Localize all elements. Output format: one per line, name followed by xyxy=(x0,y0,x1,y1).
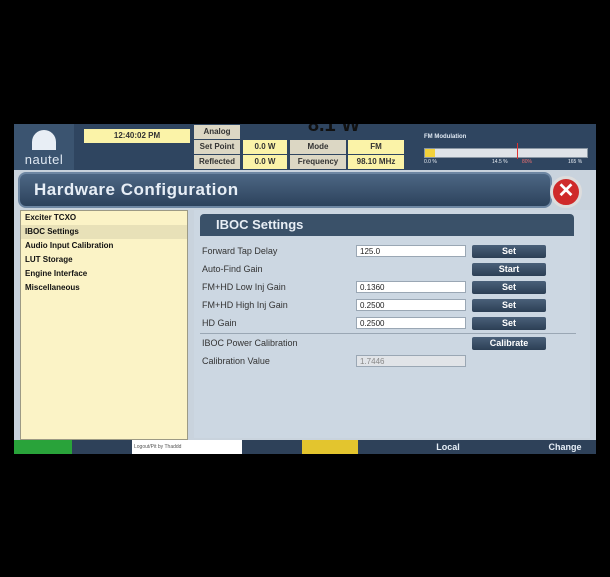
close-icon: ✕ xyxy=(557,180,575,202)
iboc-power-calibration-label: IBOC Power Calibration xyxy=(202,338,298,348)
fm-modulation-title: FM Modulation xyxy=(424,134,467,140)
mod-tick-mid: 14.5 % xyxy=(492,159,508,165)
close-button[interactable]: ✕ xyxy=(550,176,582,208)
calibration-value-field: 1.7446 xyxy=(356,355,466,367)
bottom-status-bar: Logout/Pit by Thaddd Local Change xyxy=(14,440,596,454)
status-indicator-yellow xyxy=(302,440,358,454)
mode-value: FM xyxy=(348,140,404,154)
reflected-value: 0.0 W xyxy=(243,155,287,169)
modulation-bar xyxy=(424,148,588,158)
forward-tap-delay-field[interactable]: 125.0 xyxy=(356,245,466,257)
status-ticker: Logout/Pit by Thaddd xyxy=(132,440,242,454)
set-point-label: Set Point xyxy=(194,140,240,154)
hd-gain-label: HD Gain xyxy=(202,318,237,328)
modulation-limit-marker xyxy=(517,143,518,159)
auto-find-gain-label: Auto-Find Gain xyxy=(202,264,263,274)
sidebar-item-lut-storage[interactable]: LUT Storage xyxy=(21,253,187,267)
set-point-value: 0.0 W xyxy=(243,140,287,154)
fm-hd-low-inj-gain-set-button[interactable]: Set xyxy=(472,281,546,294)
iboc-settings-panel: IBOC Settings Forward Tap Delay 125.0 Se… xyxy=(194,210,590,438)
fm-modulation-meter: FM Modulation 0.0 % 14.5 % 80% 165 % xyxy=(422,128,596,170)
title-bar: Hardware Configuration xyxy=(18,172,552,208)
hd-gain-set-button[interactable]: Set xyxy=(472,317,546,330)
calibrate-button[interactable]: Calibrate xyxy=(472,337,546,350)
logo-mark-icon xyxy=(32,130,56,150)
frequency-value: 98.10 MHz xyxy=(348,155,404,169)
forward-tap-delay-label: Forward Tap Delay xyxy=(202,246,278,256)
fm-hd-high-inj-gain-set-button[interactable]: Set xyxy=(472,299,546,312)
logo-text: nautel xyxy=(24,152,64,167)
mod-tick-right: 165 % xyxy=(568,159,583,165)
analog-label: Analog xyxy=(194,125,240,139)
fm-hd-high-inj-gain-label: FM+HD High Inj Gain xyxy=(202,300,288,310)
calibration-value-label: Calibration Value xyxy=(202,356,270,366)
modulation-fill xyxy=(425,149,435,157)
hd-gain-field[interactable]: 0.2500 xyxy=(356,317,466,329)
status-header: nautel 12:40:02 PM Analog Set Point Refl… xyxy=(14,124,596,170)
clock: 12:40:02 PM xyxy=(84,129,190,143)
reflected-label: Reflected xyxy=(194,155,240,169)
mod-tick-red: 80% xyxy=(522,159,533,165)
sidebar-item-exciter-tcxo[interactable]: Exciter TCXO xyxy=(21,211,187,225)
page-title: Hardware Configuration xyxy=(34,180,239,199)
fm-hd-low-inj-gain-field[interactable]: 0.1360 xyxy=(356,281,466,293)
forward-tap-delay-set-button[interactable]: Set xyxy=(472,245,546,258)
fm-hd-low-inj-gain-label: FM+HD Low Inj Gain xyxy=(202,282,286,292)
change-button[interactable]: Change xyxy=(534,440,596,454)
sidebar-item-miscellaneous[interactable]: Miscellaneous xyxy=(21,281,187,295)
status-indicator-green xyxy=(14,440,72,454)
config-sidebar: Exciter TCXO IBOC Settings Audio Input C… xyxy=(20,210,188,440)
forward-power-readout: 8.1 W xyxy=(307,124,361,136)
sidebar-item-audio-input-calibration[interactable]: Audio Input Calibration xyxy=(21,239,187,253)
nautel-logo: nautel xyxy=(14,124,74,170)
auto-find-gain-start-button[interactable]: Start xyxy=(472,263,546,276)
mode-label: Mode xyxy=(290,140,346,154)
local-button[interactable]: Local xyxy=(418,440,478,454)
section-heading: IBOC Settings xyxy=(200,214,574,236)
mod-tick-left: 0.0 % xyxy=(424,159,437,165)
hardware-config-window: Hardware Configuration ✕ Exciter TCXO IB… xyxy=(14,170,596,453)
fm-hd-high-inj-gain-field[interactable]: 0.2500 xyxy=(356,299,466,311)
sidebar-item-engine-interface[interactable]: Engine Interface xyxy=(21,267,187,281)
sidebar-item-iboc-settings[interactable]: IBOC Settings xyxy=(21,225,187,239)
frequency-label: Frequency xyxy=(290,155,346,169)
section-divider xyxy=(200,333,576,334)
